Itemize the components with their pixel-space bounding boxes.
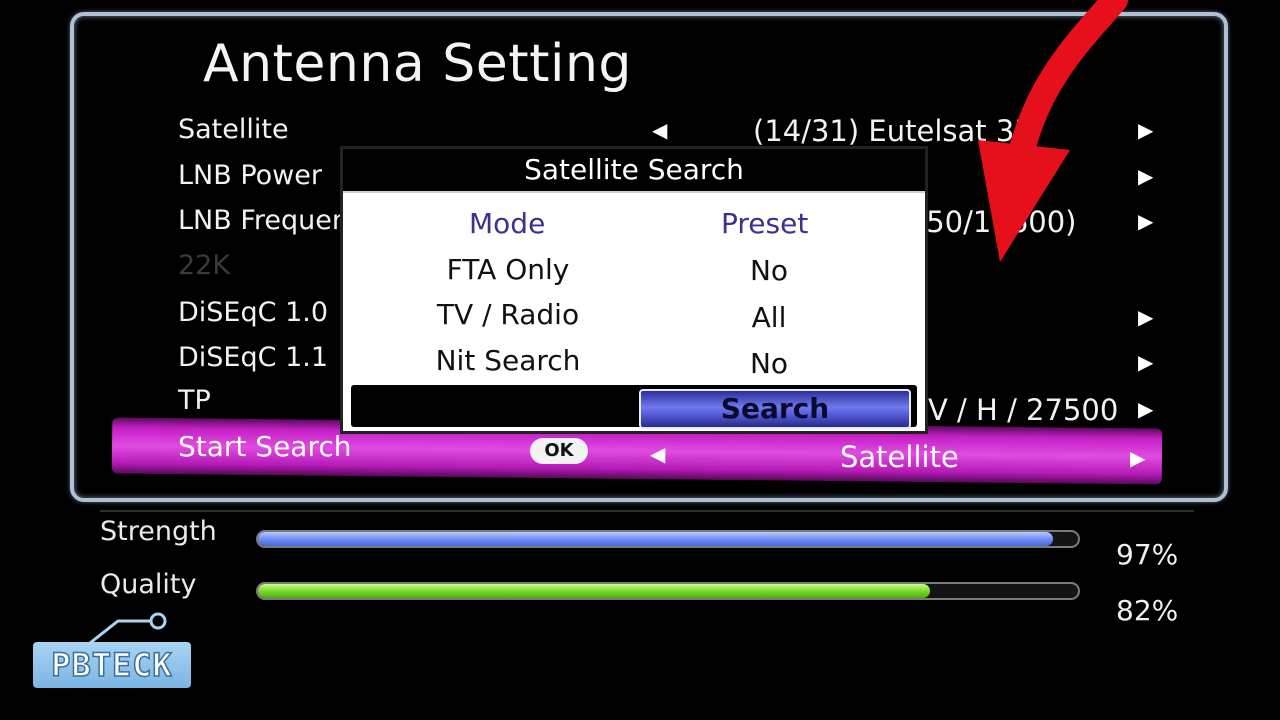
arrow-right-icon[interactable]: ▶ — [1130, 446, 1145, 470]
row-label: 22K — [178, 250, 231, 281]
red-arrow-icon — [978, 0, 1128, 262]
row-label: DiSEqC 1.0 — [178, 297, 329, 328]
column-header-mode: Mode — [469, 207, 546, 240]
search-button[interactable]: Search — [639, 389, 911, 429]
option-mode[interactable]: TV / Radio — [403, 298, 613, 331]
arrow-left-icon[interactable]: ◀ — [652, 118, 667, 142]
strength-bar-fill — [258, 532, 1054, 546]
start-search-value: Satellite — [840, 440, 959, 474]
arrow-right-icon[interactable]: ▶ — [1138, 397, 1153, 421]
quality-bar — [256, 582, 1080, 600]
page-title: Antenna Setting — [203, 34, 632, 94]
tv-screen: Antenna Setting Satellite ◀ (14/31) Eute… — [0, 0, 1280, 720]
row-value: V / H / 27500 — [928, 393, 1119, 427]
divider — [100, 510, 1194, 512]
option-mode[interactable]: FTA Only — [403, 253, 613, 286]
arrow-right-icon[interactable]: ▶ — [1138, 305, 1153, 329]
ok-button[interactable]: OK — [530, 438, 588, 464]
row-label: TP — [178, 385, 211, 416]
option-preset[interactable]: All — [683, 301, 855, 334]
strength-label: Strength — [100, 516, 217, 547]
strength-percent: 97% — [1116, 538, 1179, 571]
start-search-label: Start Search — [178, 430, 352, 463]
option-preset[interactable]: No — [683, 347, 855, 380]
satellite-search-dialog: Satellite Search Mode Preset FTA Only No… — [340, 146, 928, 434]
option-preset[interactable]: No — [683, 254, 855, 287]
dialog-title: Satellite Search — [343, 149, 925, 193]
strength-bar — [256, 530, 1080, 548]
row-label: LNB Power — [178, 160, 322, 191]
logo: PBTECK — [50, 645, 173, 685]
row-label: Satellite — [178, 114, 289, 145]
column-header-preset: Preset — [721, 207, 809, 240]
quality-percent: 82% — [1116, 594, 1179, 627]
arrow-left-icon[interactable]: ◀ — [650, 442, 665, 466]
quality-label: Quality — [100, 569, 197, 600]
circuit-line-icon — [89, 612, 167, 645]
row-label: DiSEqC 1.1 — [178, 342, 329, 373]
option-mode[interactable]: Nit Search — [403, 344, 613, 377]
quality-bar-fill — [258, 584, 931, 598]
arrow-right-icon[interactable]: ▶ — [1138, 350, 1153, 374]
